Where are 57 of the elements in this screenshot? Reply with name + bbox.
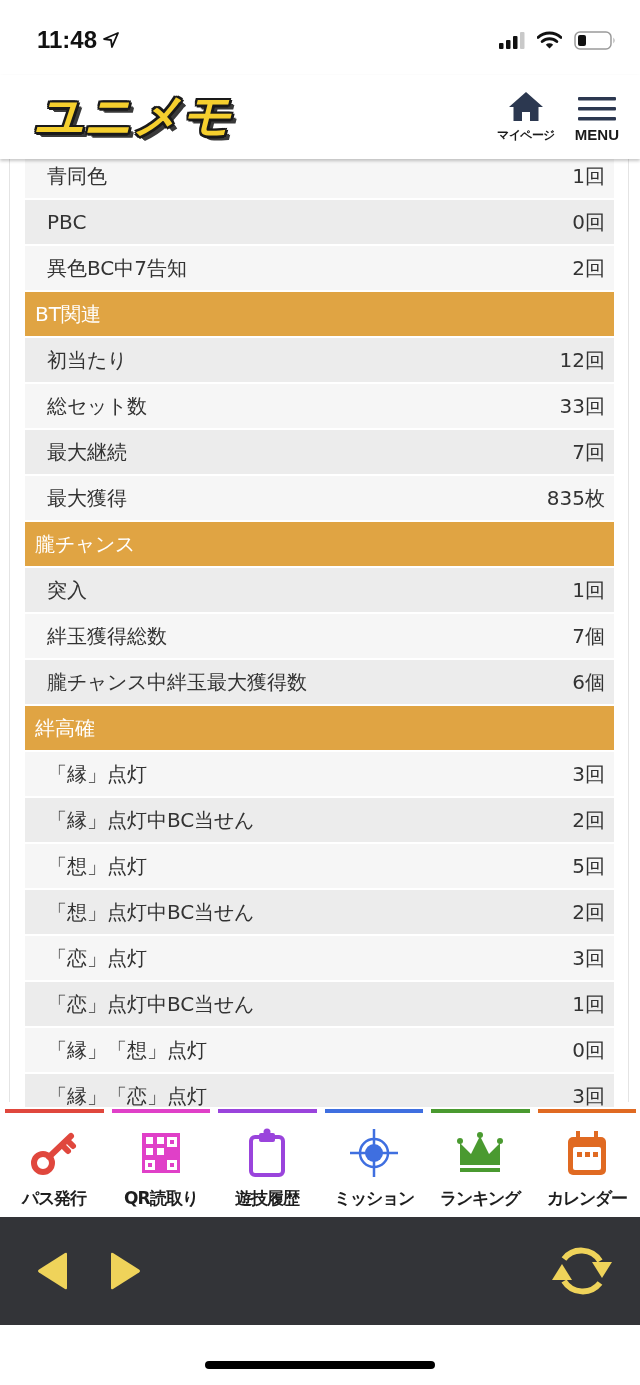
stat-label: 青同色 [47, 162, 107, 190]
section-header: BT関連 [25, 292, 614, 336]
location-arrow-icon [103, 32, 120, 48]
menu-button[interactable]: MENU [574, 97, 619, 143]
stat-value: 3回 [572, 944, 605, 972]
stat-label: 「想」点灯中BC当せん [47, 898, 255, 926]
stat-label: 絆玉獲得総数 [47, 622, 167, 650]
stat-value: 2回 [572, 254, 605, 282]
stat-label: 初当たり [47, 346, 127, 374]
stat-label: 「縁」「恋」点灯 [47, 1082, 207, 1107]
home-icon [509, 91, 544, 121]
status-time: 11:48 [37, 25, 98, 55]
stat-value: 2回 [572, 806, 605, 834]
back-icon[interactable] [37, 1252, 69, 1290]
bottom-nav-item[interactable]: QR読取り [111, 1107, 210, 1217]
stat-value: 1回 [572, 162, 605, 190]
stat-value: 0回 [572, 1036, 605, 1064]
stat-value: 835枚 [546, 484, 605, 512]
stat-value: 3回 [572, 1082, 605, 1107]
stat-value: 12回 [559, 346, 605, 374]
bottom-nav-item[interactable]: パス発行 [5, 1107, 104, 1217]
stat-label: 「縁」「想」点灯 [47, 1036, 207, 1064]
wifi-icon [537, 31, 562, 49]
stat-label: 「想」点灯 [47, 852, 147, 880]
logo: ユニメモ [34, 88, 233, 145]
stat-value: 6個 [572, 668, 605, 696]
stat-label: 突入 [47, 576, 87, 604]
stat-value: 1回 [572, 990, 605, 1018]
stat-label: 最大獲得 [47, 484, 127, 512]
stat-label: 「恋」点灯 [47, 944, 147, 972]
bottom-nav-item[interactable]: ランキング [431, 1107, 530, 1217]
my-page-button[interactable]: マイページ [497, 91, 555, 143]
stat-label: PBC [47, 210, 87, 234]
stat-value: 7回 [572, 438, 605, 466]
stat-label: 最大継続 [47, 438, 127, 466]
bottom-nav-item[interactable]: カレンダー [537, 1107, 636, 1217]
stat-value: 0回 [572, 208, 605, 236]
forward-icon[interactable] [109, 1252, 141, 1290]
section-header: 絆高確 [25, 706, 614, 750]
stat-value: 5回 [572, 852, 605, 880]
stat-label: 「縁」点灯 [47, 760, 147, 788]
stat-value: 1回 [572, 576, 605, 604]
bottom-nav-item[interactable]: ミッション [324, 1107, 423, 1217]
section-header: 朧チャンス [25, 522, 614, 566]
stat-label: 朧チャンス中絆玉最大獲得数 [47, 668, 307, 696]
bottom-nav-item[interactable]: 遊技履歴 [218, 1107, 317, 1217]
stat-value: 33回 [559, 392, 605, 420]
stat-label: 異色BC中7告知 [47, 254, 188, 282]
stat-label: 「恋」点灯中BC当せん [47, 990, 255, 1018]
stat-value: 7個 [572, 622, 605, 650]
crosshair-icon [348, 1128, 399, 1178]
menu-icon [577, 97, 616, 121]
stat-label: 「縁」点灯中BC当せん [47, 806, 255, 834]
stat-value: 3回 [572, 760, 605, 788]
stat-label: 総セット数 [47, 392, 147, 420]
stat-value: 2回 [572, 898, 605, 926]
signal-icon [499, 31, 525, 49]
